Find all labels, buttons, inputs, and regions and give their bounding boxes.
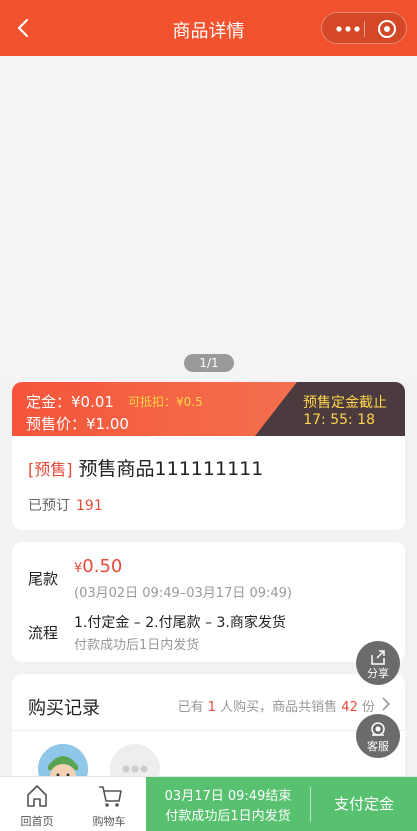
cart-tab[interactable]: 购物车 (74, 777, 144, 831)
bottom-action-bar: 回首页 购物车 03月17日 09:49结束 付款成功后1日内发货 支付定金 (0, 776, 417, 831)
product-image-gallery[interactable] (0, 56, 417, 382)
balance-period: (03月02日 09:49–03月17日 09:49) (74, 586, 293, 601)
ordered-label: 已预订 (28, 498, 70, 514)
shipping-note: 付款成功后1日内发货 (165, 809, 291, 824)
presale-tag: [预售] (28, 460, 73, 479)
records-divider (12, 730, 405, 731)
presale-price: 预售价：¥1.00 (26, 415, 129, 433)
mini-program-capsule (321, 12, 407, 44)
buyer-count: 1 (207, 700, 216, 715)
process-label: 流程 (28, 624, 59, 642)
presale-card: 定金：¥0.01 可抵扣：¥0.5 预售价：¥1.00 预售定金截止 17: 5… (12, 382, 405, 530)
home-icon (27, 785, 47, 807)
product-name: 预售商品111111111 (78, 458, 264, 480)
balance-amount: 0.50 (82, 556, 123, 577)
capsule-divider (364, 21, 365, 37)
presale-banner: 定金：¥0.01 可抵扣：¥0.5 预售价：¥1.00 预售定金截止 17: 5… (12, 382, 405, 436)
countdown-timer: 17: 55: 18 (303, 412, 375, 428)
share-button[interactable]: 分享 (356, 641, 400, 685)
top-nav-bar: 商品详情 (0, 0, 417, 56)
service-label: 客服 (367, 740, 389, 753)
balance-label: 尾款 (28, 570, 59, 588)
deposit-price: 定金：¥0.01 (26, 393, 114, 411)
home-label: 回首页 (20, 815, 54, 828)
pay-area: 03月17日 09:49结束 付款成功后1日内发货 支付定金 (146, 777, 417, 831)
deadline-label: 预售定金截止 (303, 395, 387, 411)
chevron-right-icon[interactable] (381, 696, 391, 712)
process-steps: 1.付定金 – 2.付尾款 – 3.商家发货 (74, 615, 286, 631)
pay-deposit-button[interactable]: 支付定金 (311, 777, 417, 831)
product-title: [预售] 预售商品111111111 (28, 454, 263, 481)
sold-count: 42 (341, 700, 358, 715)
records-title: 购买记录 (28, 698, 100, 719)
close-target-icon[interactable] (377, 19, 397, 39)
balance-price: ¥0.50 (74, 556, 122, 577)
ordered-count: 191 (76, 498, 103, 514)
summary-mid: 人购买，商品共销售 (220, 700, 338, 715)
deduct-amount: 可抵扣：¥0.5 (128, 395, 203, 409)
records-summary: 已有 1 人购买，商品共销售 42 份 (178, 696, 375, 715)
more-dots-icon[interactable] (336, 26, 360, 32)
gallery-pager: 1/1 (184, 354, 234, 372)
share-icon (371, 650, 385, 665)
ordered-count-row: 已预订 191 (28, 495, 103, 515)
payment-info-card: 尾款 ¥0.50 (03月02日 09:49–03月17日 09:49) 流程 … (12, 542, 405, 662)
summary-suffix: 份 (361, 700, 375, 715)
shopping-cart-icon (99, 786, 122, 807)
cart-label: 购物车 (92, 815, 126, 828)
presale-end-time: 03月17日 09:49结束 (164, 789, 292, 804)
share-label: 分享 (367, 667, 389, 680)
process-note: 付款成功后1日内发货 (74, 638, 200, 653)
summary-prefix: 已有 (177, 700, 204, 715)
customer-service-button[interactable]: 客服 (356, 714, 400, 758)
customer-service-icon (371, 722, 385, 736)
home-tab[interactable]: 回首页 (2, 777, 72, 831)
